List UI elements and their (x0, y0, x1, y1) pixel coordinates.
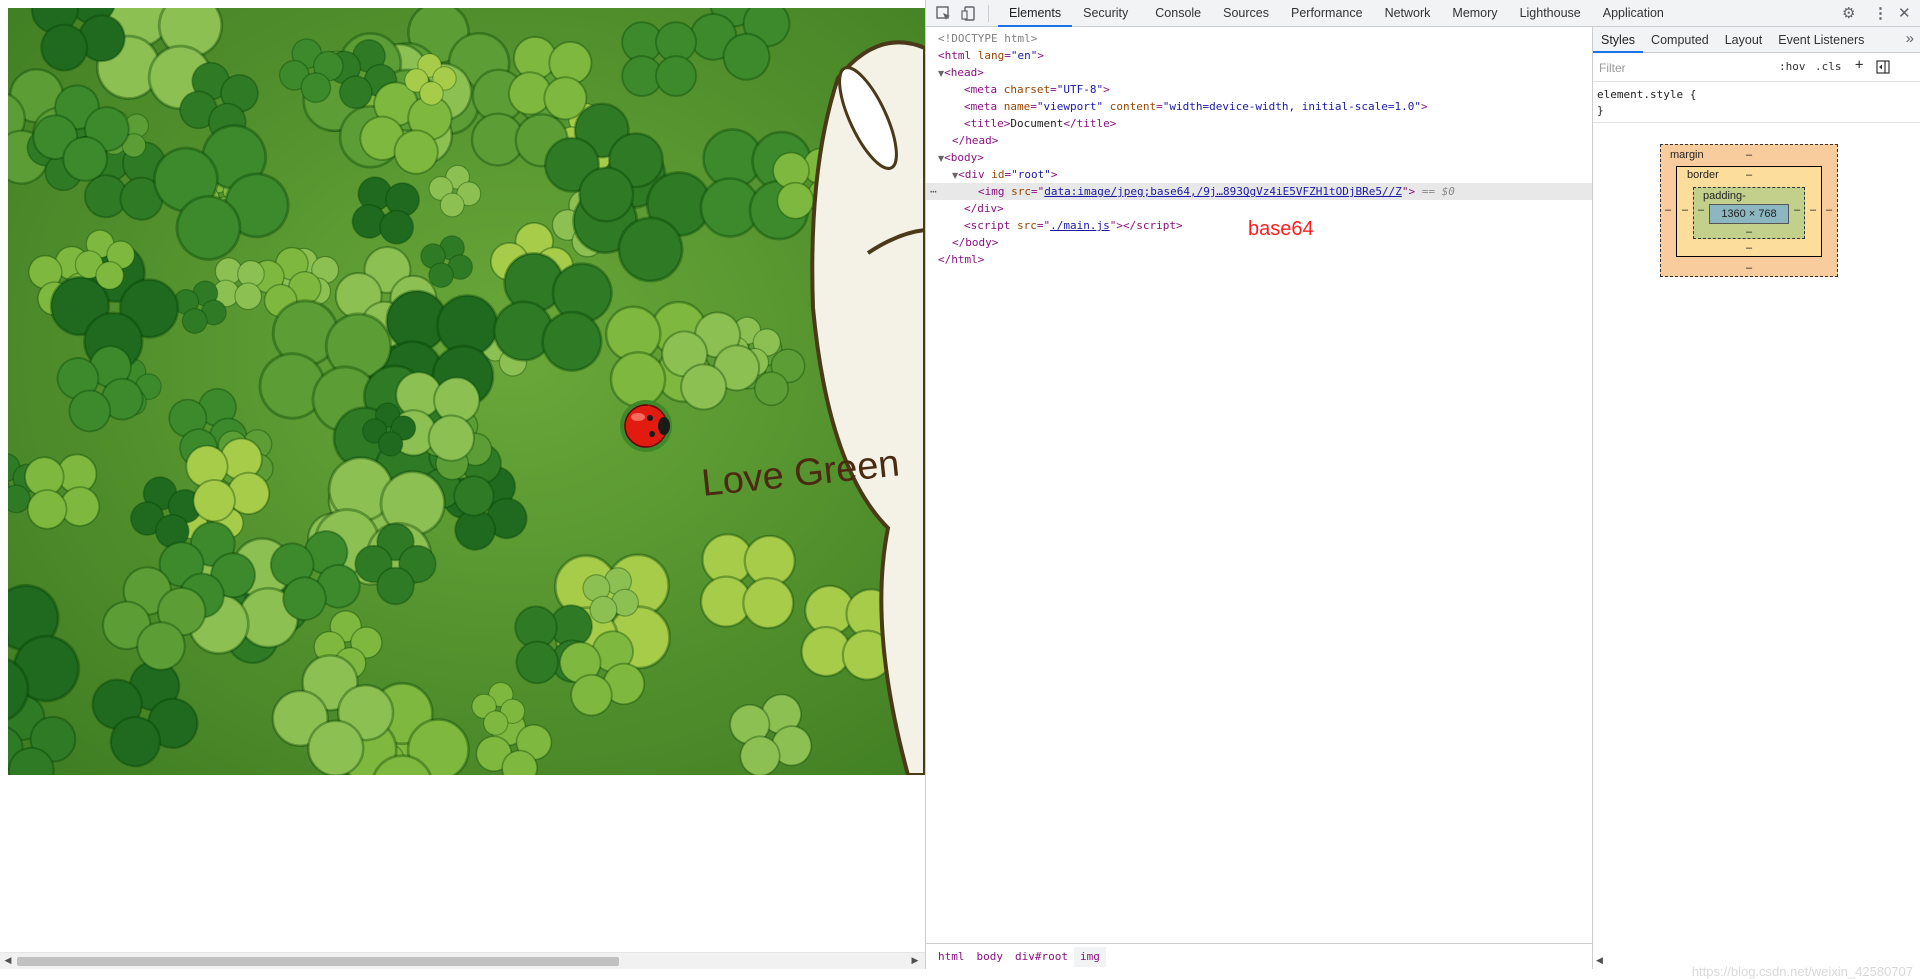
breadcrumb-html[interactable]: html (932, 947, 971, 967)
more-dots-icon[interactable]: ⋯ (930, 183, 937, 200)
tab-memory[interactable]: Memory (1441, 0, 1508, 27)
margin-label: margin (1670, 149, 1704, 161)
rule-divider (1593, 122, 1920, 123)
rule-close-brace: } (1597, 104, 1604, 117)
sidebar-tabs: Styles Computed Layout Event Listeners » (1593, 27, 1920, 53)
padding-bottom-value[interactable]: – (1746, 226, 1752, 238)
tab-console[interactable]: Console (1139, 0, 1212, 27)
breadcrumb-img[interactable]: img (1073, 946, 1106, 967)
page-horizontal-scrollbar[interactable]: ◀ ▶ (0, 952, 925, 969)
tab-computed[interactable]: Computed (1643, 27, 1717, 53)
base64-annotation: base64 (1248, 218, 1314, 240)
breadcrumb: html body div#root img (926, 943, 1592, 969)
more-tabs-chevron-icon[interactable]: » (1906, 30, 1914, 47)
more-options-icon[interactable]: ⋮ (1873, 4, 1888, 22)
toggle-sidebar-icon[interactable] (1876, 60, 1890, 74)
elements-dom-tree: <!DOCTYPE html> <html lang="en"> ▼<head>… (926, 27, 1592, 943)
clover-wallpaper-image: Love Green (8, 8, 925, 775)
border-right-value[interactable]: – (1810, 204, 1816, 216)
dom-line-html-close[interactable]: </html> (926, 251, 1592, 268)
devtools-panel: Elements Security Console Sources Perfor… (925, 0, 1920, 979)
toolbar-divider (988, 5, 989, 22)
img-src-link[interactable]: data:image/jpeg;base64,/9j…893QgVz4iE5VF… (1044, 185, 1402, 198)
dom-line-meta-charset[interactable]: <meta charset="UTF-8"> (926, 81, 1592, 98)
class-toggle[interactable]: .cls (1815, 60, 1842, 73)
box-model-diagram: margin – – – – border – – – – padding- –… (1660, 144, 1838, 277)
element-style-rule[interactable]: element.style { } (1597, 87, 1696, 119)
device-toolbar-icon[interactable] (961, 5, 978, 22)
settings-gear-icon[interactable]: ⚙ (1842, 4, 1855, 22)
dom-line-title[interactable]: <title>Document</title> (926, 115, 1592, 132)
hover-state-toggle[interactable]: :hov (1779, 60, 1806, 73)
tab-sources[interactable]: Sources (1212, 0, 1280, 27)
inspect-element-icon[interactable] (935, 5, 952, 22)
tab-elements[interactable]: Elements (998, 0, 1073, 27)
margin-right-value[interactable]: – (1826, 204, 1832, 216)
dom-line-meta-viewport[interactable]: <meta name="viewport" content="width=dev… (926, 98, 1592, 115)
add-rule-icon[interactable]: + (1855, 57, 1863, 73)
border-label: border (1687, 169, 1719, 181)
border-left-value[interactable]: – (1682, 204, 1688, 216)
tab-styles[interactable]: Styles (1593, 27, 1644, 53)
dom-line-head-close[interactable]: </head> (926, 132, 1592, 149)
padding-right-value[interactable]: – (1794, 204, 1800, 216)
dom-line-head[interactable]: ▼<head> (926, 64, 1592, 81)
border-top-value[interactable]: – (1746, 169, 1752, 181)
scroll-left-icon[interactable]: ◀ (3, 956, 13, 966)
styles-sidebar: Styles Computed Layout Event Listeners »… (1592, 27, 1920, 979)
padding-label: padding- (1703, 190, 1746, 202)
tab-application[interactable]: Application (1592, 0, 1675, 27)
tab-lighthouse[interactable]: Lighthouse (1509, 0, 1592, 27)
box-model-content-size[interactable]: 1360 × 768 (1709, 204, 1789, 224)
tab-event-listeners[interactable]: Event Listeners (1770, 27, 1872, 53)
dom-line-html[interactable]: <html lang="en"> (926, 47, 1592, 64)
border-bottom-value[interactable]: – (1746, 242, 1752, 254)
dom-line-div-root[interactable]: ▼<div id="root"> (926, 166, 1592, 183)
rule-selector: element.style { (1597, 88, 1697, 101)
csdn-watermark: https://blog.csdn.net/weixin_42580707 (1691, 964, 1913, 979)
breadcrumb-div-root[interactable]: div#root (1009, 947, 1074, 967)
margin-bottom-value[interactable]: – (1746, 262, 1752, 274)
styles-filter-input[interactable] (1597, 58, 1767, 78)
clover-illustration: Love Green (8, 8, 925, 775)
scroll-left-icon[interactable]: ◀ (1596, 955, 1603, 966)
dom-line-div-close[interactable]: </div> (926, 200, 1592, 217)
dom-line-img-selected[interactable]: ⋯ <img src="data:image/jpeg;base64,/9j…89… (926, 183, 1592, 200)
styles-filter-bar: :hov .cls + (1593, 54, 1920, 82)
page-viewport: Love Green ◀ ▶ (0, 0, 925, 969)
script-src-link[interactable]: ./main.js (1050, 219, 1110, 232)
close-devtools-icon[interactable]: ✕ (1898, 4, 1911, 22)
breadcrumb-body[interactable]: body (971, 947, 1010, 967)
tab-security[interactable]: Security (1072, 0, 1139, 27)
margin-top-value[interactable]: – (1746, 149, 1752, 161)
tab-network[interactable]: Network (1374, 0, 1442, 27)
ladybug (620, 400, 672, 452)
scrollbar-thumb[interactable] (17, 957, 619, 966)
devtools-tabs: Elements Security Console Sources Perfor… (998, 0, 1675, 27)
padding-left-value[interactable]: – (1698, 204, 1704, 216)
scroll-right-icon[interactable]: ▶ (910, 956, 920, 966)
dom-line-doctype[interactable]: <!DOCTYPE html> (926, 30, 1592, 47)
devtools-toolbar: Elements Security Console Sources Perfor… (926, 0, 1920, 27)
margin-left-value[interactable]: – (1665, 204, 1671, 216)
tab-performance[interactable]: Performance (1280, 0, 1374, 27)
tab-layout[interactable]: Layout (1717, 27, 1771, 53)
dom-line-body[interactable]: ▼<body> (926, 149, 1592, 166)
